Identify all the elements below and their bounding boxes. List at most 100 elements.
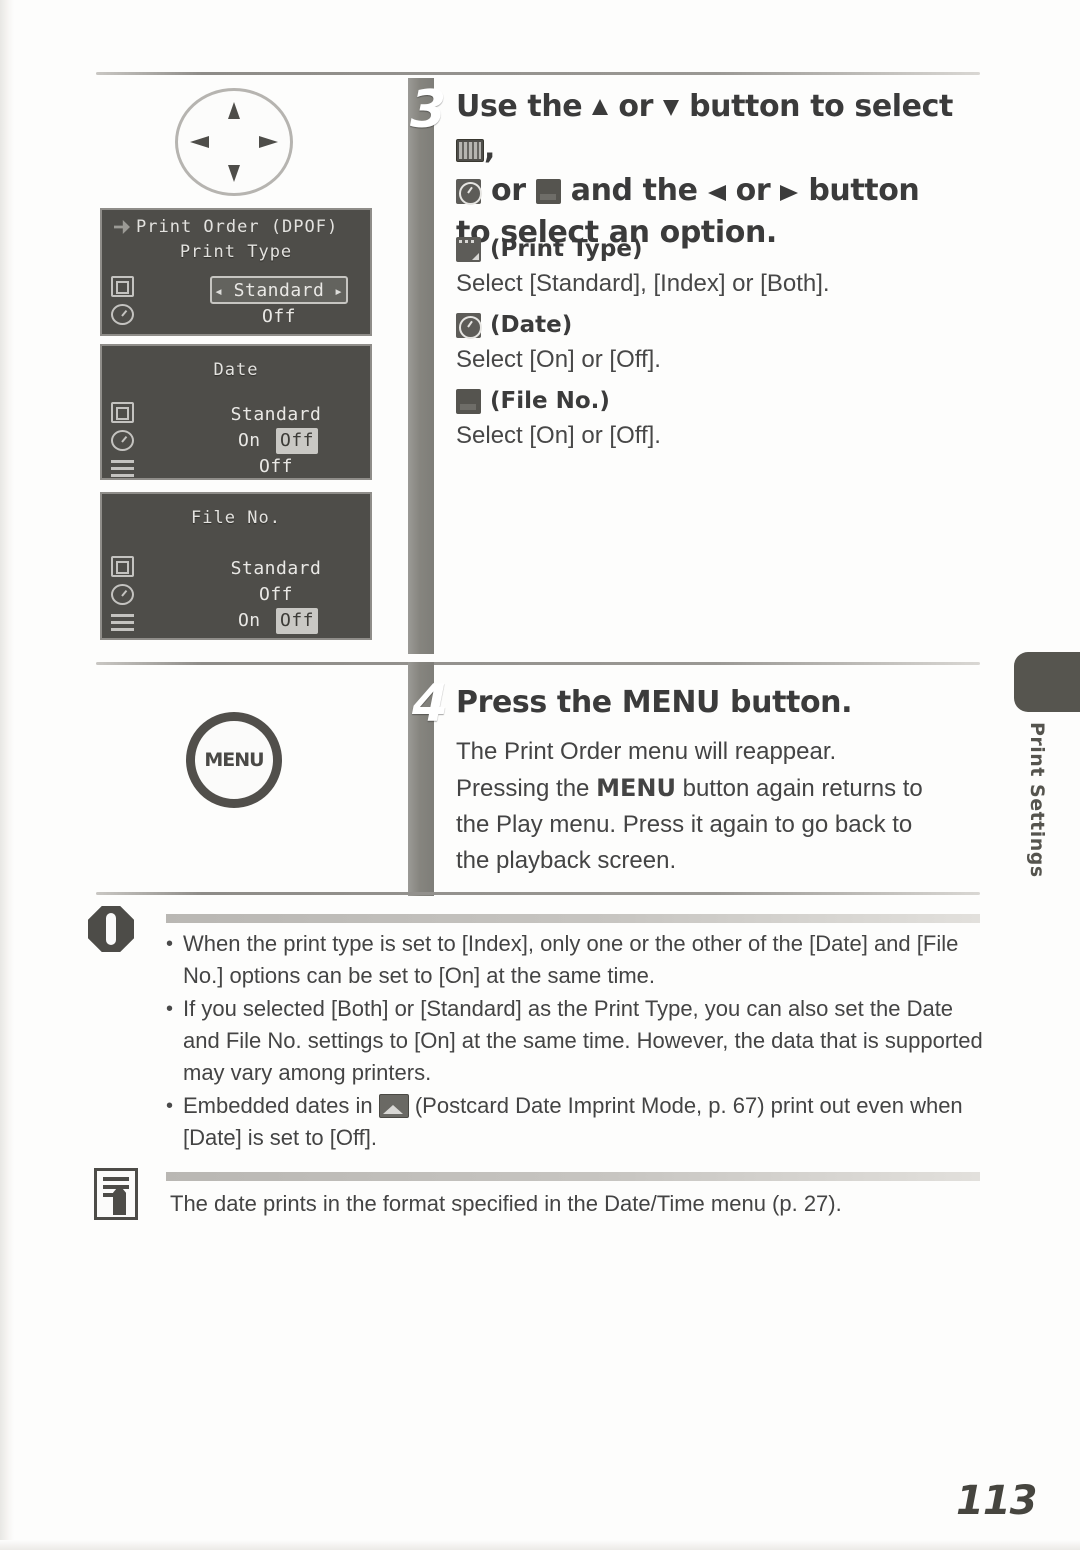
step-3-heading-text-b: or — [618, 89, 653, 124]
date-screen-sidebar — [111, 402, 134, 478]
side-tab — [1014, 652, 1080, 712]
print-type-screen-sidebar — [111, 276, 134, 325]
note-callout-text: The date prints in the format specified … — [170, 1191, 842, 1216]
print-type-left-caret-icon: ◂ — [214, 282, 224, 300]
lcd-clock-icon — [111, 430, 134, 451]
arrow-right-icon — [780, 185, 799, 201]
divider-step-4-bottom — [96, 892, 980, 895]
file-no-screen-sidebar — [111, 556, 134, 633]
date-toggle-row: On Off — [200, 428, 352, 454]
warning-bullet-3-a: Embedded dates in — [183, 1093, 373, 1118]
omni-up-arrow-icon — [228, 102, 240, 119]
scan-edge-bottom — [0, 1540, 1080, 1550]
omni-down-arrow-icon — [228, 165, 240, 182]
step-4-body: The Print Order menu will reappear. Pres… — [456, 734, 976, 879]
step-3-heading-text-g: or — [735, 173, 771, 208]
warning-icon — [88, 906, 134, 952]
step-3-bar — [408, 78, 434, 654]
step-4-body-line3: the Play menu. Press it again to go back… — [456, 811, 913, 838]
step-3-heading-text-a: Use the — [456, 89, 583, 124]
date-screen-title: Date — [213, 360, 259, 380]
menu-button-label: MENU — [204, 749, 264, 771]
warning-bullet-2: If you selected [Both] or [Standard] as … — [166, 993, 984, 1089]
file-no-screen-options: Standard Off On Off — [200, 556, 352, 634]
date-clock-icon — [456, 179, 482, 205]
lcd-file-icon — [111, 458, 134, 478]
date-clock-icon — [456, 312, 482, 339]
step-3-body: (Print Type) Select [Standard], [Index] … — [456, 226, 976, 458]
warning-callout-text: When the print type is set to [Index], o… — [166, 928, 984, 1155]
step-4-body-line2: Pressing the MENU button again returns t… — [456, 770, 976, 807]
option-file-no-label: (File No.) — [490, 388, 610, 414]
print-type-option-off: Off — [261, 306, 296, 327]
file-no-screen: File No. Standard Off On Off — [100, 492, 372, 640]
print-type-screen-title: Print Type — [179, 242, 293, 262]
step-4-body-line4: the playback screen. — [456, 847, 677, 874]
menu-keyword: MENU — [596, 774, 676, 802]
option-date-head: (Date) — [456, 308, 976, 342]
arrow-down-icon — [663, 100, 680, 116]
file-no-screen-title: File No. — [191, 508, 281, 528]
print-type-screen-header: Print Order (DPOF) — [114, 217, 338, 237]
manual-page: 3 Use the or button to select , or and t… — [0, 0, 1080, 1550]
side-tab-label: Print Settings — [1026, 722, 1048, 878]
print-type-screen: Print Order (DPOF) Print Type Standard O… — [100, 208, 372, 336]
step-4-body-line2-b: button again returns to — [682, 775, 923, 802]
step-4-heading: Press the MENU button. — [456, 685, 853, 720]
lcd-clock-icon — [111, 584, 134, 605]
date-toggle-on: On — [237, 430, 261, 451]
lcd-clock-icon — [111, 304, 134, 325]
file-no-icon — [535, 179, 561, 204]
lcd-file-icon — [111, 612, 134, 633]
step-3-number: 3 — [410, 80, 446, 140]
omni-left-arrow-icon — [190, 136, 209, 148]
option-print-type-instruction: Select [Standard], [Index] or [Both]. — [456, 270, 830, 297]
file-no-toggle-off: Off — [276, 608, 319, 634]
date-toggle-off: Off — [276, 428, 319, 454]
menu-button-icon: MENU — [186, 712, 282, 808]
scan-edge-left — [0, 0, 14, 1550]
step-4-number: 4 — [412, 674, 448, 734]
step-4-body-line2-a: Pressing the — [456, 775, 590, 802]
step-3-heading-text-c: button to select — [689, 89, 953, 124]
note-callout-rule — [166, 1172, 980, 1181]
lcd-print-icon — [111, 276, 134, 297]
file-no-option-standard: Standard — [230, 558, 322, 579]
lcd-print-icon — [111, 556, 134, 577]
option-print-type-label: (Print Type) — [490, 236, 643, 262]
page-number: 113 — [956, 1478, 1037, 1524]
warning-bullet-3: Embedded dates in (Postcard Date Imprint… — [166, 1090, 984, 1154]
step-3-heading-comma: , — [484, 131, 495, 166]
step-4-body-line1: The Print Order menu will reappear. — [456, 738, 837, 765]
option-file-no-head: (File No.) — [456, 384, 976, 418]
file-no-toggle-on: On — [237, 610, 261, 631]
date-screen: Date Standard On Off Off — [100, 344, 372, 480]
file-no-toggle-row: On Off — [200, 608, 352, 634]
omni-right-arrow-icon — [259, 136, 278, 148]
option-file-no-instruction: Select [On] or [Off]. — [456, 422, 661, 449]
lcd-print-icon — [111, 402, 134, 423]
print-type-icon — [456, 236, 481, 262]
option-date-label: (Date) — [490, 312, 573, 338]
file-no-option-off: Off — [258, 584, 293, 605]
print-type-right-caret-icon: ▸ — [334, 282, 344, 300]
divider-top — [96, 72, 980, 75]
file-no-icon — [456, 388, 481, 414]
step-3-heading-text-f: and the — [570, 173, 698, 208]
date-screen-options: Standard On Off Off — [200, 402, 352, 478]
dpof-icon — [114, 220, 130, 234]
option-date-instruction: Select [On] or [Off]. — [456, 346, 661, 373]
divider-step-3-4 — [96, 662, 980, 665]
postcard-date-imprint-icon — [378, 1094, 409, 1118]
note-icon — [94, 1168, 138, 1220]
warning-callout-rule — [166, 914, 980, 923]
date-option-off: Off — [258, 456, 293, 477]
print-type-thumb-icon — [456, 139, 484, 162]
omni-selector-icon — [175, 88, 293, 196]
arrow-up-icon — [592, 99, 609, 115]
date-option-standard: Standard — [230, 404, 322, 425]
step-3-heading-text-h: button — [808, 173, 920, 208]
step-3-heading-text-e: or — [491, 173, 526, 208]
print-type-options: Standard Off — [210, 278, 348, 330]
print-type-screen-header-text: Print Order (DPOF) — [136, 217, 339, 237]
